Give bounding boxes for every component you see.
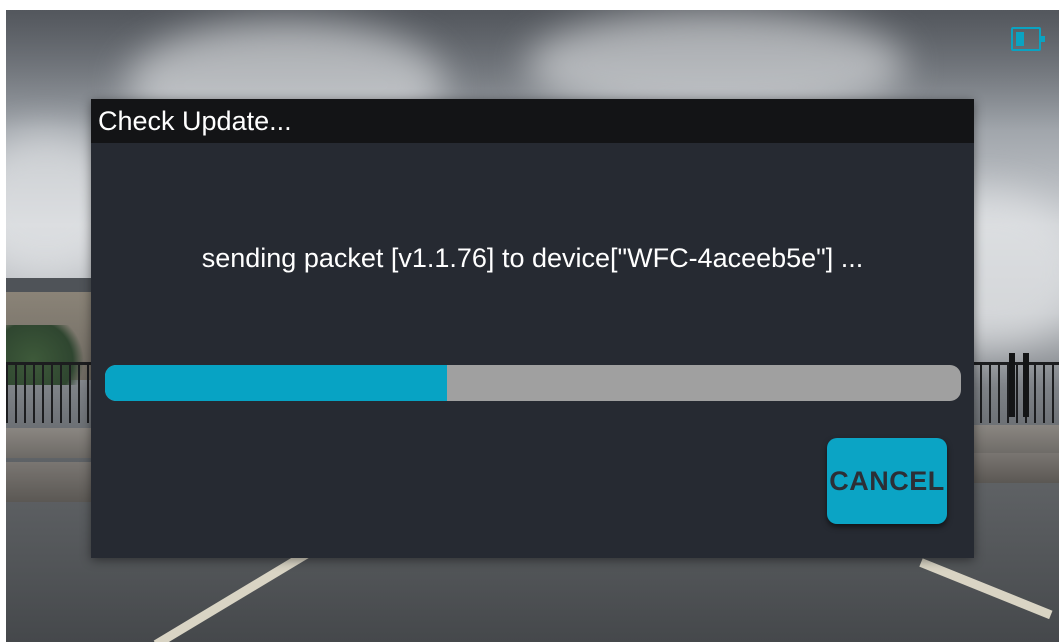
battery-fill [1016, 32, 1024, 46]
fence-post [1023, 353, 1029, 417]
curb [971, 425, 1059, 455]
dialog-header: Check Update... [91, 99, 974, 143]
fence [971, 362, 1059, 423]
background-scene: Check Update... sending packet [v1.1.76]… [6, 10, 1059, 642]
cancel-button[interactable]: CANCEL [827, 438, 947, 524]
progress-bar-fill [105, 365, 448, 401]
curb [6, 462, 94, 502]
dialog-message: sending packet [v1.1.76] to device["WFC-… [201, 243, 864, 273]
battery-low-icon [1011, 27, 1045, 51]
battery-tip [1041, 36, 1045, 42]
update-dialog: Check Update... sending packet [v1.1.76]… [91, 99, 974, 558]
curb [971, 453, 1059, 483]
curb [6, 428, 94, 458]
progress-bar [105, 365, 961, 401]
fence-post [1009, 353, 1015, 417]
fence [6, 362, 94, 423]
dialog-title: Check Update... [98, 106, 292, 136]
